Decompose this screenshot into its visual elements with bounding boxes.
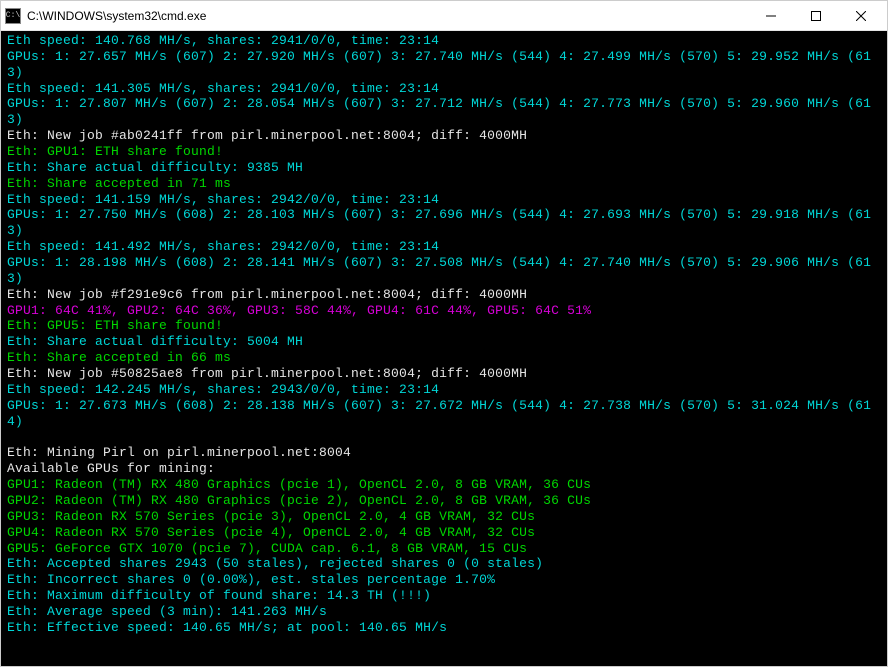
window-controls xyxy=(748,1,883,30)
terminal-line: Eth: Incorrect shares 0 (0.00%), est. st… xyxy=(7,572,881,588)
terminal-line: Eth speed: 141.159 MH/s, shares: 2942/0/… xyxy=(7,192,881,208)
close-button[interactable] xyxy=(838,1,883,30)
window-title: C:\WINDOWS\system32\cmd.exe xyxy=(27,9,748,23)
terminal-line: Available GPUs for mining: xyxy=(7,461,881,477)
cmd-window: C:\ C:\WINDOWS\system32\cmd.exe Eth spee… xyxy=(0,0,888,667)
terminal-line: GPUs: 1: 27.657 MH/s (607) 2: 27.920 MH/… xyxy=(7,49,881,81)
terminal-line: Eth: New job #f291e9c6 from pirl.minerpo… xyxy=(7,287,881,303)
terminal-line: Eth: GPU5: ETH share found! xyxy=(7,318,881,334)
terminal-line: Eth: Average speed (3 min): 141.263 MH/s xyxy=(7,604,881,620)
terminal-line: GPU5: GeForce GTX 1070 (pcie 7), CUDA ca… xyxy=(7,541,881,557)
terminal-line: Eth: Share accepted in 66 ms xyxy=(7,350,881,366)
terminal-line: GPUs: 1: 27.673 MH/s (608) 2: 28.138 MH/… xyxy=(7,398,881,430)
terminal-line: Eth speed: 142.245 MH/s, shares: 2943/0/… xyxy=(7,382,881,398)
terminal-line: Eth: Share accepted in 71 ms xyxy=(7,176,881,192)
terminal-line: Eth: New job #50825ae8 from pirl.minerpo… xyxy=(7,366,881,382)
terminal-line: Eth: Share actual difficulty: 5004 MH xyxy=(7,334,881,350)
terminal-line: Eth: Effective speed: 140.65 MH/s; at po… xyxy=(7,620,881,636)
terminal-line: Eth: Mining Pirl on pirl.minerpool.net:8… xyxy=(7,445,881,461)
terminal-output[interactable]: Eth speed: 140.768 MH/s, shares: 2941/0/… xyxy=(1,31,887,666)
terminal-line: Eth: New job #ab0241ff from pirl.minerpo… xyxy=(7,128,881,144)
cmd-icon: C:\ xyxy=(5,8,21,24)
minimize-button[interactable] xyxy=(748,1,793,30)
terminal-line: GPUs: 1: 27.807 MH/s (607) 2: 28.054 MH/… xyxy=(7,96,881,128)
terminal-line: Eth speed: 141.492 MH/s, shares: 2942/0/… xyxy=(7,239,881,255)
terminal-line: Eth speed: 140.768 MH/s, shares: 2941/0/… xyxy=(7,33,881,49)
terminal-line: GPUs: 1: 28.198 MH/s (608) 2: 28.141 MH/… xyxy=(7,255,881,287)
terminal-line: GPU4: Radeon RX 570 Series (pcie 4), Ope… xyxy=(7,525,881,541)
terminal-line: GPU2: Radeon (TM) RX 480 Graphics (pcie … xyxy=(7,493,881,509)
terminal-line: GPUs: 1: 27.750 MH/s (608) 2: 28.103 MH/… xyxy=(7,207,881,239)
maximize-button[interactable] xyxy=(793,1,838,30)
terminal-line: Eth: Maximum difficulty of found share: … xyxy=(7,588,881,604)
terminal-line: GPU1: 64C 41%, GPU2: 64C 36%, GPU3: 58C … xyxy=(7,303,881,319)
terminal-line: Eth: Share actual difficulty: 9385 MH xyxy=(7,160,881,176)
terminal-line: GPU3: Radeon RX 570 Series (pcie 3), Ope… xyxy=(7,509,881,525)
titlebar[interactable]: C:\ C:\WINDOWS\system32\cmd.exe xyxy=(1,1,887,31)
terminal-line: Eth speed: 141.305 MH/s, shares: 2941/0/… xyxy=(7,81,881,97)
terminal-line: GPU1: Radeon (TM) RX 480 Graphics (pcie … xyxy=(7,477,881,493)
terminal-line: Eth: Accepted shares 2943 (50 stales), r… xyxy=(7,556,881,572)
terminal-line: Eth: GPU1: ETH share found! xyxy=(7,144,881,160)
terminal-line xyxy=(7,429,881,445)
